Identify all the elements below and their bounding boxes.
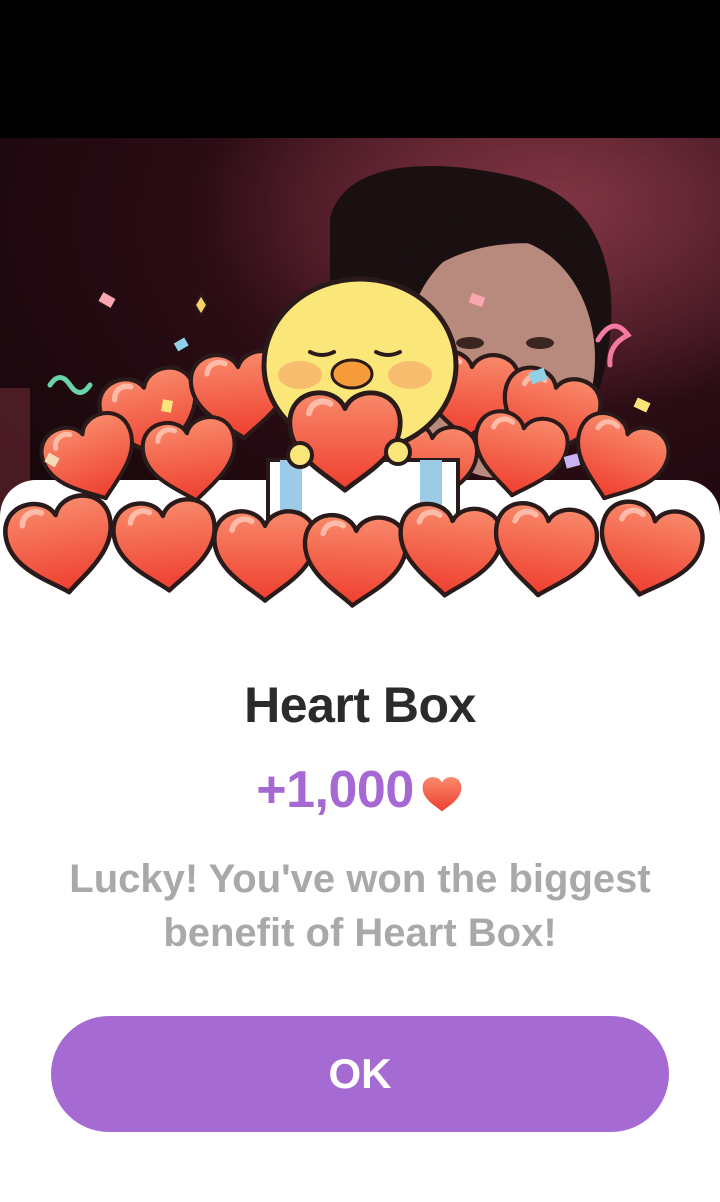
status-bar [0,0,720,138]
ok-button[interactable]: OK [51,1016,669,1132]
heart-box-screen: Heart Box +1,000 Lucky! You've won the b… [0,0,720,1202]
ok-button-label: OK [328,1050,392,1097]
chick-with-hearts-illustration [0,276,720,620]
